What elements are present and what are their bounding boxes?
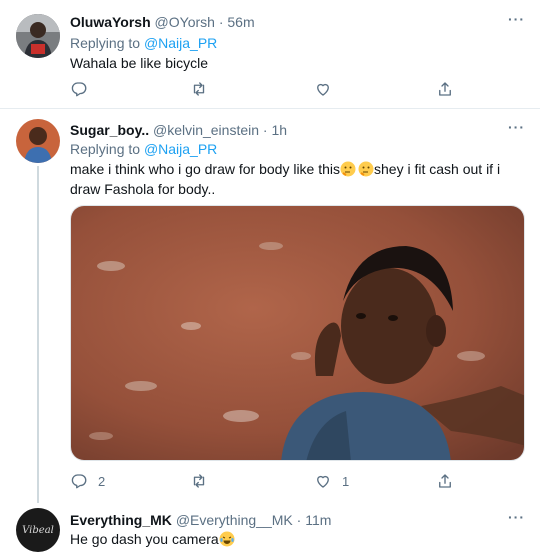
reply-button[interactable]: 2 [70, 472, 105, 490]
avatar[interactable]: Vibeal [16, 508, 60, 552]
user-photo-icon [16, 119, 60, 163]
heart-icon [317, 83, 329, 96]
thinking-face-icon [358, 161, 374, 177]
share-icon [439, 82, 451, 96]
tweet-text: make i think who i go draw for body like… [70, 159, 530, 199]
reply-count: 2 [98, 473, 106, 489]
tweet-sugar-boy[interactable]: Sugar_boy.. @kelvin_einstein · 1h ··· Re… [0, 109, 540, 503]
avatar[interactable] [16, 14, 60, 58]
handle[interactable]: @kelvin_einstein [153, 122, 259, 138]
thread-connector [37, 166, 39, 503]
tweet-text-content: He go dash you camera [70, 531, 219, 547]
reply-icon [71, 82, 87, 97]
reply-button[interactable] [70, 80, 88, 98]
replying-label: Replying to [70, 141, 144, 157]
share-icon [439, 474, 451, 488]
retweet-icon [193, 474, 205, 488]
replying-to-link[interactable]: @Naija_PR [144, 35, 217, 51]
separator: · [292, 512, 306, 528]
display-name[interactable]: Everything_MK [70, 512, 172, 528]
tweet-oluwayorsh[interactable]: OluwaYorsh @OYorsh · 56m ··· Replying to… [0, 0, 540, 108]
like-count: 1 [342, 473, 350, 489]
tweet-text: He go dash you camera [70, 529, 235, 549]
timestamp[interactable]: 1h [271, 122, 287, 138]
meme-photo-icon [71, 206, 524, 460]
thinking-face-icon [340, 161, 356, 177]
replying-to-link[interactable]: @Naija_PR [144, 141, 217, 157]
timestamp[interactable]: 11m [305, 512, 331, 528]
share-button[interactable] [436, 80, 454, 98]
like-button[interactable]: 1 [314, 472, 349, 490]
retweet-icon [193, 82, 205, 96]
user-photo-icon [16, 14, 60, 58]
like-button[interactable] [314, 80, 332, 98]
more-options-icon[interactable]: ··· [508, 509, 525, 525]
retweet-button[interactable] [190, 80, 208, 98]
reply-icon [71, 474, 87, 489]
share-button[interactable] [436, 472, 454, 490]
tweet-text: Wahala be like bicycle [70, 55, 208, 71]
tweet-text-line2: draw Fashola for body.. [70, 181, 216, 197]
tweet-media-image[interactable] [70, 205, 525, 461]
timestamp[interactable]: 56m [227, 14, 254, 30]
separator: · [259, 122, 272, 138]
avatar[interactable] [16, 119, 60, 163]
heart-icon [317, 475, 329, 488]
more-options-icon[interactable]: ··· [508, 11, 525, 27]
handle[interactable]: @Everything__MK [176, 512, 293, 528]
avatar-logo-text: Vibeal [22, 524, 54, 536]
replying-label: Replying to [70, 35, 144, 51]
display-name[interactable]: Sugar_boy.. [70, 122, 149, 138]
laughing-tears-icon [219, 531, 235, 547]
separator: · [214, 14, 228, 30]
more-options-icon[interactable]: ··· [508, 119, 525, 135]
handle[interactable]: @OYorsh [155, 14, 215, 30]
tweet-text-part1: make i think who i go draw for body like… [70, 161, 341, 177]
tweet-text-part2: shey i fit cash out if i [374, 161, 501, 177]
display-name[interactable]: OluwaYorsh [70, 14, 151, 30]
retweet-button[interactable] [190, 472, 208, 490]
tweet-everything-mk[interactable]: Vibeal Everything_MK @Everything__MK · 1… [0, 498, 540, 557]
